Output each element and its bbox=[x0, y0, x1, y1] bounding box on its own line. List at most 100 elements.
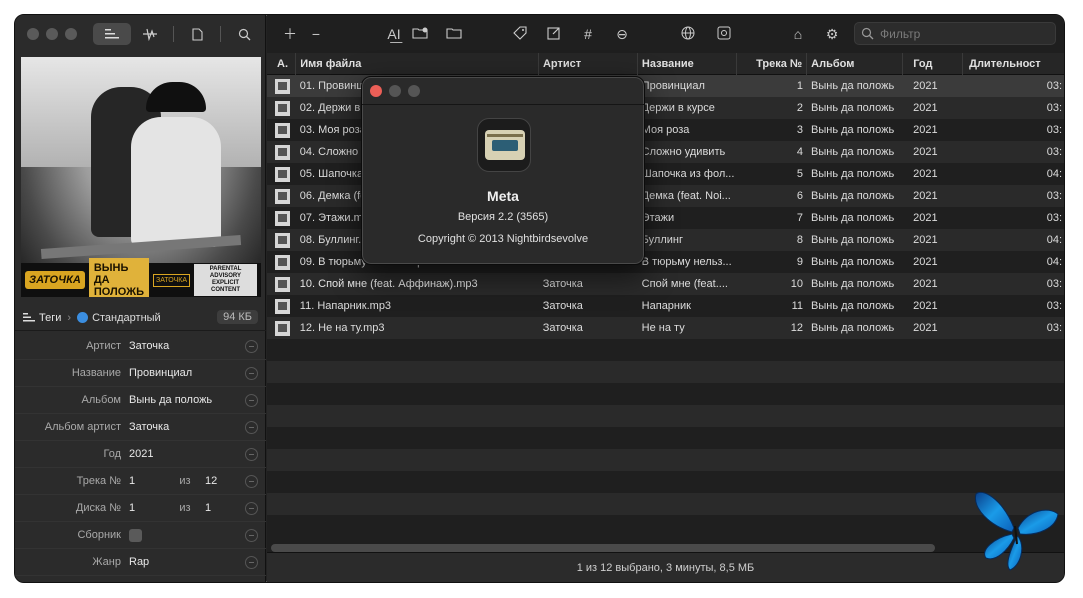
disc-total-input[interactable]: 1 bbox=[205, 502, 211, 514]
about-minimize-button[interactable] bbox=[389, 84, 401, 97]
document-button[interactable] bbox=[178, 23, 216, 45]
track-thumbnail-cell bbox=[267, 78, 296, 94]
remove-icon[interactable]: ⊖ bbox=[609, 26, 635, 43]
tag-icon[interactable] bbox=[507, 25, 533, 43]
minimize-button[interactable] bbox=[46, 28, 58, 40]
field-album-artist: Альбом артист Заточка bbox=[15, 414, 266, 441]
table-row[interactable]: 12. Не на ту.mp3 Заточка Не на ту 12 Вынь да… bbox=[267, 317, 1064, 339]
zoom-button[interactable] bbox=[65, 28, 77, 40]
folder-add-icon[interactable] bbox=[407, 26, 433, 42]
cell-duration: 03: bbox=[1046, 190, 1062, 202]
globe-icon[interactable] bbox=[675, 26, 701, 43]
track-thumbnail bbox=[275, 232, 290, 248]
field-artist: Артист Заточка bbox=[15, 333, 266, 360]
cell-album: Вынь да положь bbox=[811, 102, 895, 114]
clear-field-icon[interactable] bbox=[245, 421, 258, 434]
gear-icon[interactable]: ⚙ bbox=[819, 26, 845, 43]
edit-icon[interactable] bbox=[541, 26, 567, 43]
disc-number-input[interactable]: 1 bbox=[129, 502, 137, 514]
field-label: Альбом bbox=[81, 394, 121, 406]
cell-title: В тюрьму нельз... bbox=[641, 256, 732, 268]
clear-field-icon[interactable] bbox=[245, 556, 258, 569]
artwork-banner: ЗАТОЧКА ВЫНЬ ДА ПОЛОЖЬ ЗАТОЧКА PARENTAL … bbox=[21, 258, 261, 297]
compilation-checkbox[interactable] bbox=[129, 528, 142, 542]
cassette-body bbox=[485, 130, 525, 160]
track-number-input[interactable]: 1 bbox=[129, 475, 137, 487]
cell-file: 11. Напарник.mp3 bbox=[299, 300, 392, 312]
cell-album: Вынь да положь bbox=[811, 300, 895, 312]
plus-icon[interactable]: ＋ bbox=[277, 24, 303, 44]
column-header-track[interactable]: Трека № bbox=[737, 52, 808, 75]
tag-format-label[interactable]: Теги bbox=[39, 312, 61, 324]
cell-duration: 04: bbox=[1046, 234, 1062, 246]
empty-row bbox=[267, 471, 1064, 493]
artwork-badge: ЗАТОЧКА bbox=[152, 273, 190, 287]
artwork-figure-right bbox=[131, 117, 221, 247]
album-artwork[interactable]: ЗАТОЧКА ВЫНЬ ДА ПОЛОЖЬ ЗАТОЧКА PARENTAL … bbox=[21, 57, 261, 297]
column-header-artwork[interactable]: А. bbox=[267, 52, 297, 75]
clear-field-icon[interactable] bbox=[245, 394, 258, 407]
track-thumbnail bbox=[275, 188, 290, 204]
folder-icon[interactable] bbox=[441, 26, 467, 42]
lookup-button[interactable] bbox=[225, 23, 263, 45]
column-header-artist[interactable]: Артист bbox=[539, 52, 638, 75]
clear-field-icon[interactable] bbox=[245, 340, 258, 353]
minus-icon[interactable]: − bbox=[303, 26, 329, 42]
tag-format-bar: Теги › Стандартный 94 КБ bbox=[15, 305, 266, 331]
cell-title: Спой мне (feat.... bbox=[641, 278, 728, 290]
column-header-title[interactable]: Название bbox=[638, 52, 737, 75]
field-label: Альбом артист bbox=[44, 421, 121, 433]
table-row[interactable]: 11. Напарник.mp3 Заточка Напарник 11 Вынь да… bbox=[267, 295, 1064, 317]
clear-field-icon[interactable] bbox=[245, 448, 258, 461]
close-button[interactable] bbox=[27, 28, 39, 40]
home-icon[interactable]: ⌂ bbox=[785, 26, 811, 42]
document-icon bbox=[191, 27, 203, 41]
track-thumbnail-cell bbox=[267, 188, 296, 204]
cell-file: 12. Не на ту.mp3 bbox=[299, 322, 385, 334]
table-row[interactable]: 10. Спой мне (feat. Аффинаж).mp3 Заточка С… bbox=[267, 273, 1064, 295]
empty-row bbox=[267, 515, 1064, 537]
about-zoom-button[interactable] bbox=[408, 84, 420, 97]
track-total-input[interactable]: 12 bbox=[205, 475, 217, 487]
rename-icon[interactable]: A͟I bbox=[381, 26, 407, 42]
track-thumbnail bbox=[275, 78, 290, 94]
globe-icon bbox=[681, 26, 695, 39]
about-close-button[interactable] bbox=[370, 84, 382, 97]
cell-duration: 03: bbox=[1046, 322, 1062, 334]
filter-input[interactable] bbox=[880, 26, 1050, 41]
clear-field-icon[interactable] bbox=[245, 502, 258, 515]
track-thumbnail bbox=[275, 100, 290, 116]
waveform-button[interactable] bbox=[131, 23, 169, 45]
about-titlebar bbox=[362, 77, 644, 105]
empty-row bbox=[267, 427, 1064, 449]
field-label: Жанр bbox=[92, 556, 121, 568]
folder-icon bbox=[446, 28, 462, 39]
clear-field-icon[interactable] bbox=[245, 529, 258, 542]
artwork-title: ВЫНЬ ДА ПОЛОЖЬ bbox=[88, 258, 149, 297]
column-header-album[interactable]: Альбом bbox=[807, 52, 904, 75]
butterfly-decoration bbox=[974, 492, 1059, 571]
waveform-icon bbox=[143, 28, 157, 41]
cover-icon[interactable] bbox=[711, 26, 737, 43]
cell-album: Вынь да положь bbox=[811, 124, 895, 136]
track-thumbnail-cell bbox=[267, 276, 296, 292]
cell-year: 2021 bbox=[913, 80, 938, 92]
clear-field-icon[interactable] bbox=[245, 367, 258, 380]
column-header-year[interactable]: Год bbox=[903, 52, 964, 75]
cell-title: Моя роза bbox=[641, 124, 690, 136]
cell-title: Напарник bbox=[641, 300, 691, 312]
status-bar: 1 из 12 выбрано, 3 минуты, 8,5 МБ bbox=[267, 552, 1064, 582]
tags-view-button[interactable] bbox=[93, 23, 131, 45]
field-label: Диска № bbox=[75, 502, 121, 514]
cell-duration: 03: bbox=[1046, 300, 1062, 312]
number-icon[interactable]: # bbox=[575, 26, 601, 42]
column-header-duration[interactable]: Длительност bbox=[963, 53, 1064, 75]
field-sub-label: из bbox=[179, 502, 191, 514]
tag-version-label[interactable]: Стандартный bbox=[92, 312, 161, 324]
clear-field-icon[interactable] bbox=[245, 475, 258, 488]
column-header-filename[interactable]: Имя файла bbox=[296, 52, 539, 75]
horizontal-scrollbar[interactable] bbox=[271, 544, 935, 552]
field-genre: Жанр Rap bbox=[15, 549, 266, 576]
toolbar-separator bbox=[220, 26, 221, 42]
cell-title: Буллинг bbox=[641, 234, 683, 246]
